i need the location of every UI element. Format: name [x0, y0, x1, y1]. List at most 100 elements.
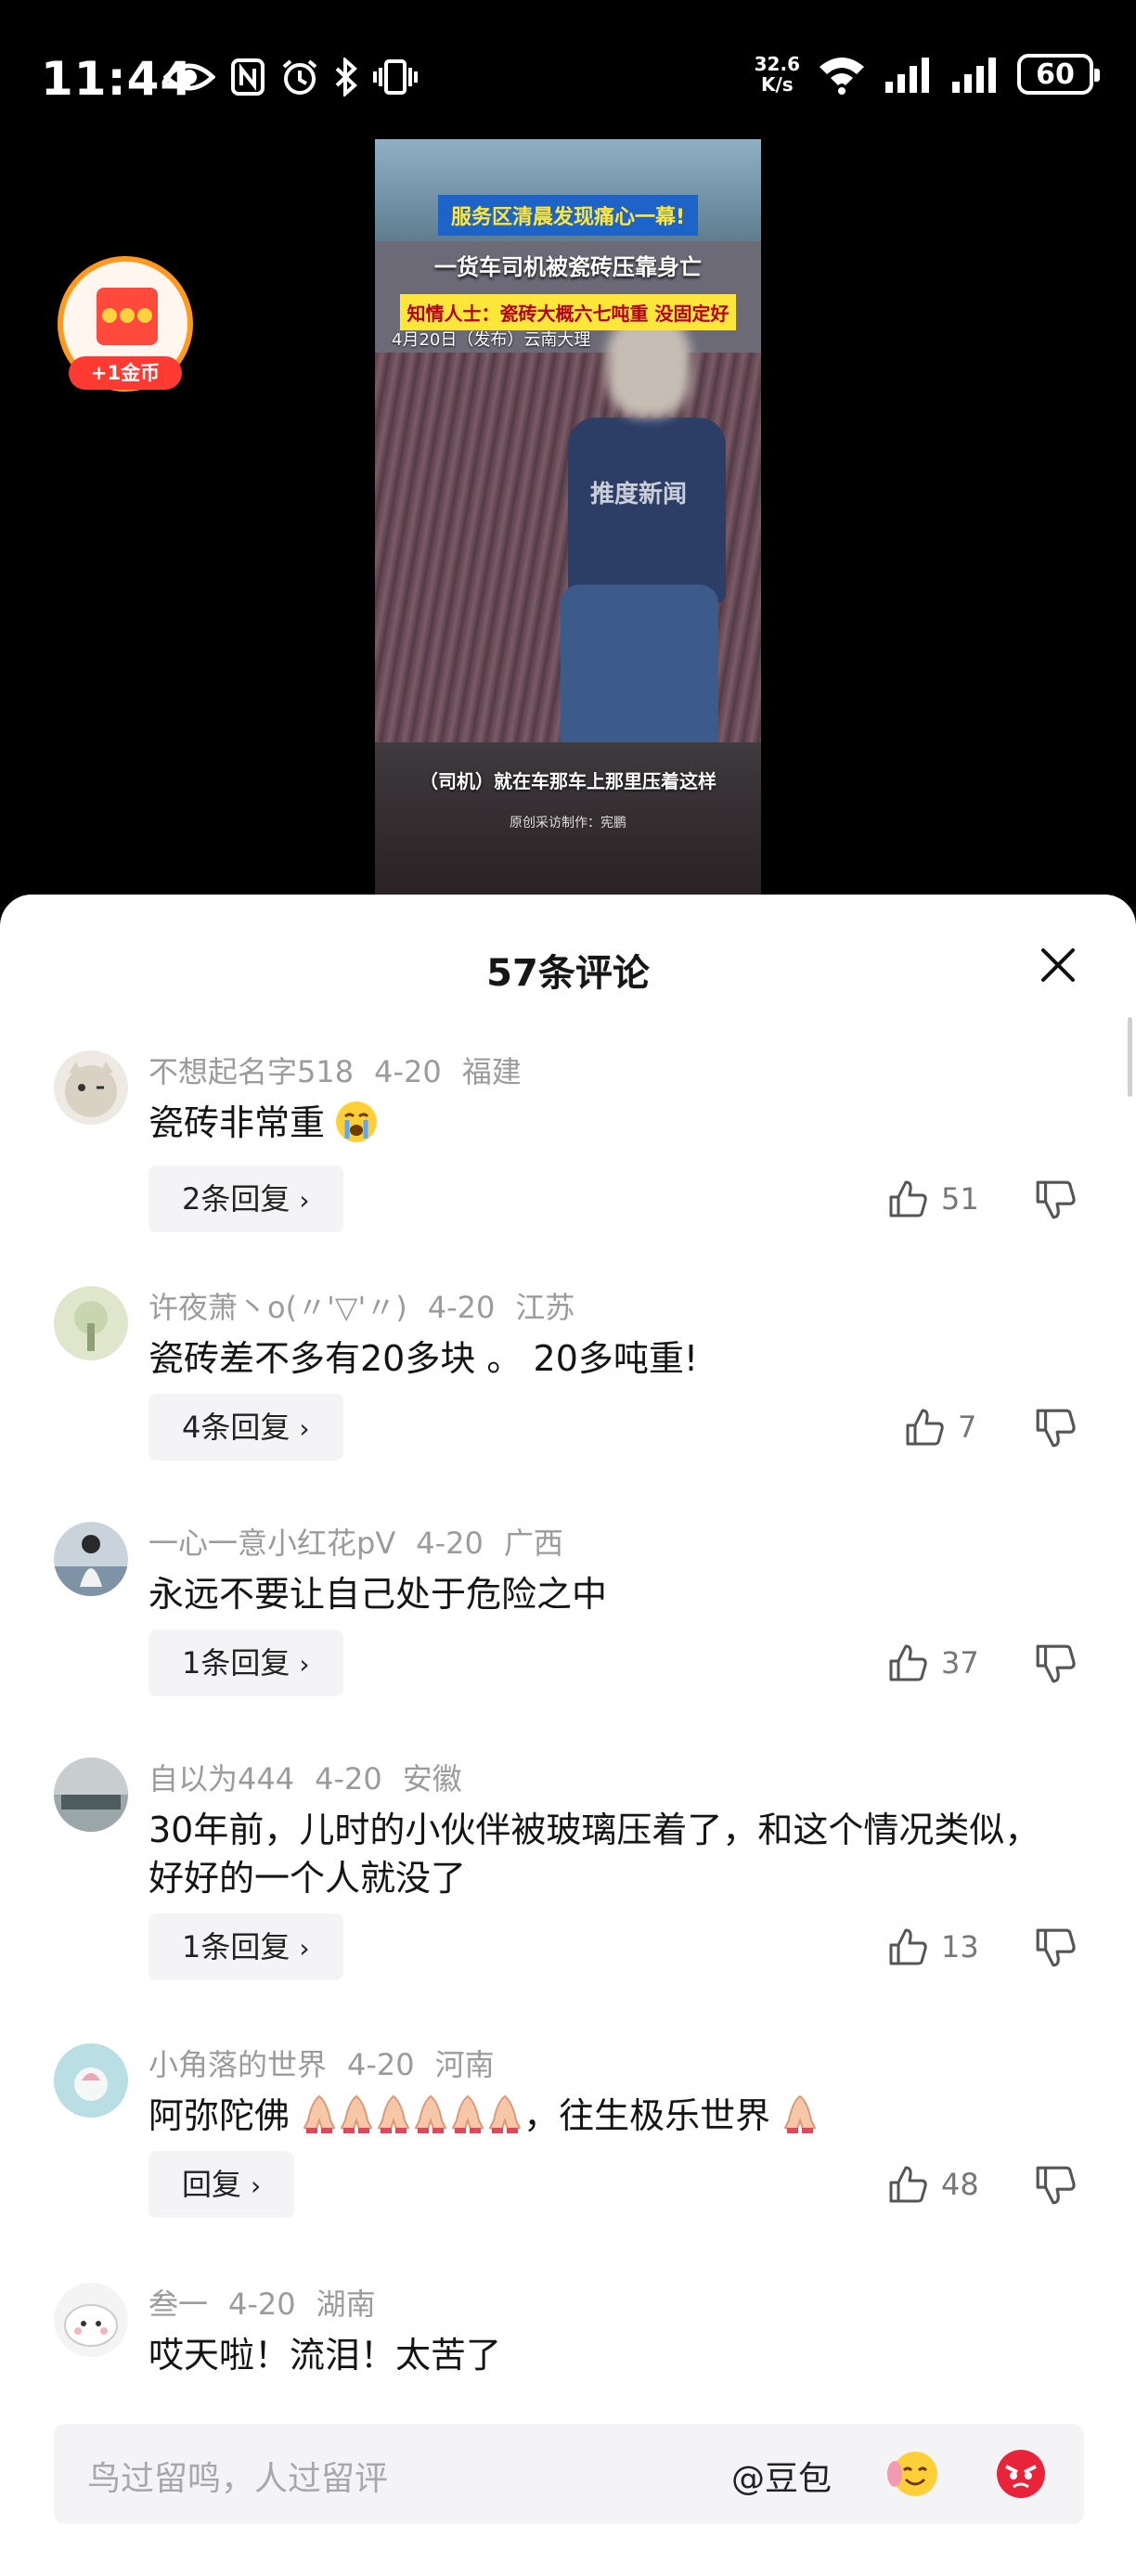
- like-button[interactable]: 13: [887, 1921, 979, 1973]
- avatar[interactable]: [54, 1522, 128, 1596]
- comment-sheet: 57条评论 不想起名字518 4-20 福建 瓷砖非常重 2条回复 › 51 许…: [0, 895, 1136, 2576]
- app-root: 11:44 32.6 K/s 60 +1金币 服务区清晨发现痛心一幕! 一货车司…: [0, 0, 1136, 2576]
- thumbs-up-icon: [906, 1409, 944, 1446]
- scrollbar[interactable]: [1128, 1017, 1132, 1097]
- status-right-icons: 32.6 K/s 60: [755, 54, 1100, 95]
- avatar[interactable]: [54, 1050, 128, 1125]
- vibrate-icon: [373, 59, 418, 95]
- like-button[interactable]: 37: [887, 1637, 979, 1689]
- view-replies-button[interactable]: 1条回复 ›: [148, 1913, 343, 1980]
- video-headline-2: 一货车司机被瓷砖压靠身亡: [434, 254, 702, 280]
- comment-text: 永远不要让自己处于危险之中: [148, 1574, 608, 1615]
- like-count: 51: [941, 1181, 979, 1217]
- alarm-icon: [282, 59, 317, 95]
- like-count: 37: [941, 1645, 979, 1681]
- video-person: [568, 418, 726, 603]
- like-button[interactable]: 7: [904, 1401, 976, 1453]
- comment-meta: 许夜萧丶o(〃'▽'〃) 4-20 江苏: [148, 1284, 595, 1327]
- comment-region: 湖南: [316, 2286, 376, 2322]
- comment-date: 4-20: [427, 1290, 496, 1325]
- thumbs-down-icon[interactable]: [1034, 1179, 1077, 1221]
- comment-date: 4-20: [416, 1526, 484, 1561]
- chevron-right-icon: ›: [299, 1933, 310, 1964]
- comment-text-content: 瓷砖非常重: [148, 1102, 326, 1143]
- coin-reward-badge[interactable]: +1金币: [58, 256, 193, 392]
- reply-button[interactable]: 回复 ›: [148, 2151, 295, 2218]
- view-replies-button[interactable]: 2条回复 ›: [148, 1166, 343, 1232]
- like-count: 48: [941, 2167, 979, 2202]
- comment-date: 4-20: [374, 1054, 442, 1089]
- video-headline-box: 服务区清晨发现痛心一幕! 一货车司机被瓷砖压靠身亡 知情人士：瓷砖大概六七吨重 …: [386, 195, 750, 330]
- comment-text-part-b: ，往生极乐世界: [523, 2095, 771, 2136]
- praying-hands-icon: [375, 2093, 412, 2135]
- praying-hands-icon: [301, 2093, 338, 2135]
- avatar[interactable]: [54, 1758, 128, 1832]
- view-replies-label: 1条回复: [182, 1645, 290, 1681]
- like-button[interactable]: 51: [887, 1173, 979, 1225]
- smile-emoji-icon[interactable]: [885, 2446, 941, 2502]
- battery-indicator: 60: [1017, 54, 1100, 95]
- comment-input[interactable]: 鸟过留鸣，人过留评 @豆包: [54, 2424, 1084, 2524]
- like-count: 13: [941, 1929, 979, 1964]
- chevron-right-icon: ›: [299, 1185, 310, 1216]
- comment-meta: 一心一意小红花pV 4-20 广西: [148, 1520, 584, 1563]
- comment-username[interactable]: 叁一: [148, 2286, 208, 2322]
- angry-emoji-icon[interactable]: [993, 2446, 1049, 2502]
- comment-meta: 小角落的世界 4-20 河南: [148, 2041, 515, 2084]
- thumbs-down-icon[interactable]: [1034, 1407, 1077, 1449]
- video-player[interactable]: 服务区清晨发现痛心一幕! 一货车司机被瓷砖压靠身亡 知情人士：瓷砖大概六七吨重 …: [375, 139, 761, 895]
- comment-username[interactable]: 不想起名字518: [148, 1054, 354, 1089]
- video-headline-3: 知情人士：瓷砖大概六七吨重 没固定好: [399, 294, 737, 330]
- avatar[interactable]: [54, 1286, 128, 1360]
- comment-text: 阿弥陀佛 ，往生极乐世界: [148, 2092, 1067, 2140]
- comment-region: 广西: [503, 1526, 563, 1561]
- view-replies-label: 2条回复: [182, 1181, 290, 1217]
- comment-text: 30年前，儿时的小伙伴被玻璃压着了，和这个情况类似，好好的一个人就没了: [148, 1810, 1040, 1899]
- video-credit: 原创采访制作：宪鹏: [510, 816, 626, 831]
- thumbs-up-icon: [889, 2166, 927, 2203]
- thumbs-down-icon[interactable]: [1034, 1926, 1077, 1969]
- comment-username[interactable]: 自以为444: [148, 1761, 294, 1797]
- praying-hands-icon: [412, 2093, 449, 2135]
- coin-label: +1金币: [69, 356, 182, 390]
- mention-button[interactable]: @豆包: [731, 2452, 832, 2500]
- comment-meta: 不想起名字518 4-20 福建: [148, 1049, 542, 1091]
- comment-text-part-a: 阿弥陀佛: [148, 2095, 290, 2136]
- avatar[interactable]: [54, 2283, 128, 2357]
- signal-icon-2: [952, 58, 996, 93]
- chevron-right-icon: ›: [299, 1413, 310, 1444]
- view-replies-button[interactable]: 4条回复 ›: [148, 1394, 343, 1461]
- thumbs-down-icon[interactable]: [1034, 1642, 1077, 1685]
- comment-username[interactable]: 小角落的世界: [148, 2047, 327, 2082]
- view-replies-button[interactable]: 1条回复 ›: [148, 1629, 343, 1696]
- comment-input-placeholder: 鸟过留鸣，人过留评: [87, 2460, 389, 2498]
- comment-region: 安徽: [402, 1761, 462, 1797]
- network-speed: 32.6 K/s: [755, 54, 800, 95]
- thumbs-up-icon: [889, 1928, 927, 1965]
- signal-icon-1: [885, 58, 929, 93]
- praying-hands-icon: [338, 2093, 375, 2135]
- comment-date: 4-20: [315, 1761, 382, 1797]
- comment-text: 瓷砖非常重: [148, 1099, 1067, 1147]
- comment-region: 福建: [461, 1054, 522, 1089]
- video-blurred-face: [607, 316, 691, 418]
- wifi-icon: [820, 58, 864, 95]
- praying-hands-icon: [781, 2093, 819, 2135]
- comment-region: 河南: [434, 2047, 495, 2082]
- avatar[interactable]: [54, 2043, 128, 2118]
- comment-region: 江苏: [515, 1290, 575, 1325]
- comment-date: 4-20: [228, 2286, 296, 2322]
- crying-emoji-icon: [336, 1101, 378, 1142]
- like-button[interactable]: 48: [887, 2158, 979, 2210]
- view-replies-label: 4条回复: [182, 1410, 290, 1445]
- comment-username[interactable]: 一心一意小红花pV: [148, 1526, 395, 1561]
- comment-date: 4-20: [347, 2047, 415, 2082]
- thumbs-down-icon[interactable]: [1034, 2164, 1077, 2207]
- video-date-place: 4月20日（发布）云南大理: [392, 330, 591, 350]
- close-icon[interactable]: [1039, 947, 1077, 984]
- nfc-icon: [231, 58, 265, 96]
- comment-username[interactable]: 许夜萧丶o(〃'▽'〃): [148, 1290, 407, 1325]
- chevron-right-icon: ›: [251, 2170, 262, 2201]
- video-watermark: 推度新闻: [590, 481, 688, 509]
- thumbs-up-icon: [889, 1644, 927, 1681]
